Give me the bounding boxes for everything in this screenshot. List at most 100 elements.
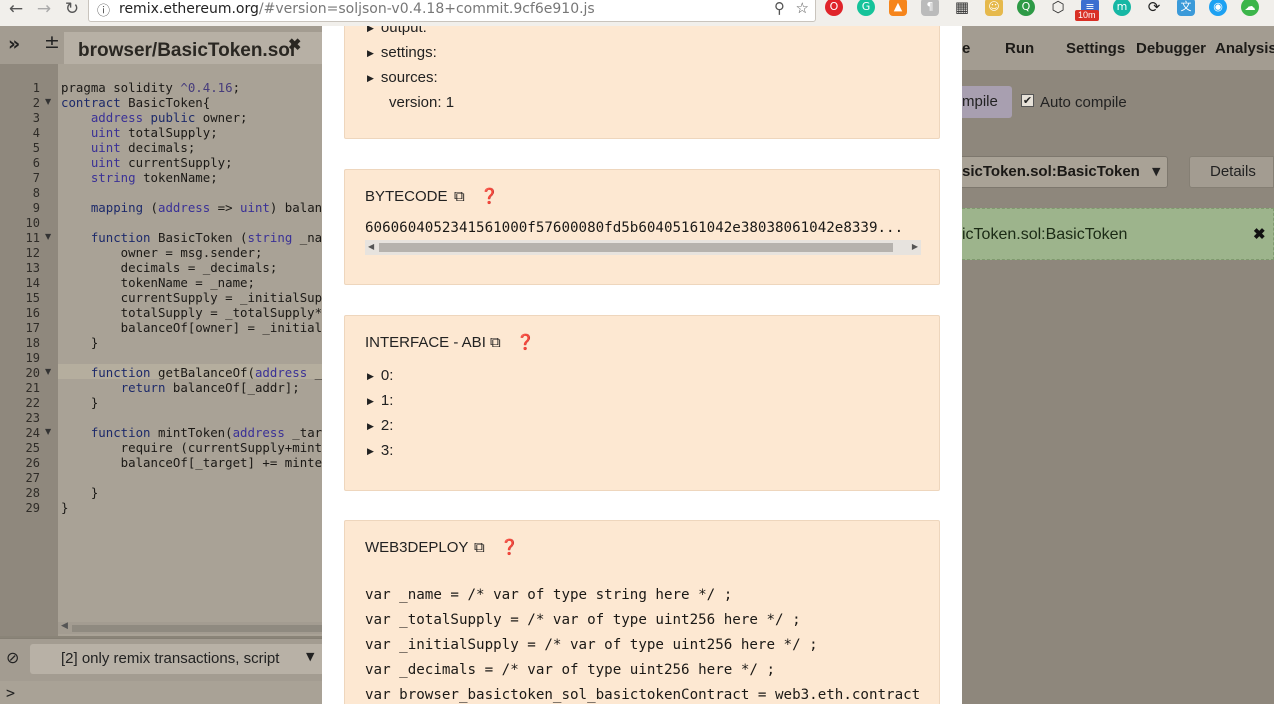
auto-compile-checkbox[interactable]: ✔ bbox=[1021, 94, 1034, 107]
expand-arrow-icon[interactable]: ▶ bbox=[367, 26, 374, 34]
terminal-input[interactable] bbox=[0, 681, 330, 704]
contract-select-value: sicToken.sol:BasicToken bbox=[962, 163, 1140, 180]
right-panel bbox=[962, 26, 1274, 704]
tree-item[interactable]: ▶ settings: bbox=[367, 44, 437, 61]
m-extension-icon[interactable]: m bbox=[1113, 0, 1131, 16]
close-tab-icon[interactable]: ✖ bbox=[288, 35, 301, 55]
address-bar[interactable]: ⓘ remix.ethereum.org/#version=soljson-v0… bbox=[88, 0, 816, 22]
code-line: uint currentSupply; bbox=[90, 155, 233, 170]
new-file-icon[interactable]: ± bbox=[44, 31, 60, 53]
dropdown-caret-icon[interactable]: ▼ bbox=[1152, 165, 1160, 178]
code-line: tokenName = _name; bbox=[61, 275, 255, 290]
copy-icon[interactable]: ⧉ bbox=[490, 335, 501, 350]
info-icon[interactable]: ⓘ bbox=[97, 0, 110, 19]
tab-debugger[interactable]: Debugger bbox=[1136, 40, 1206, 57]
bytecode-value: 6060604052341561000f57600080fd5b60405161… bbox=[365, 220, 904, 236]
details-button-label: Details bbox=[1210, 163, 1256, 180]
web3-code-line: var _initialSupply = /* var of type uint… bbox=[365, 637, 818, 653]
scrollbar-thumb[interactable] bbox=[72, 625, 322, 632]
web3-code-line: var _name = /* var of type string here *… bbox=[365, 587, 733, 603]
line-number: 3 bbox=[32, 111, 40, 125]
tree-item-label: 0: bbox=[380, 367, 394, 384]
search-extension-icon[interactable]: Q bbox=[1017, 0, 1035, 16]
line-number: 21 bbox=[25, 381, 40, 395]
tree-item[interactable]: ▶ 2: bbox=[367, 417, 393, 434]
expand-arrow-icon[interactable]: ▶ bbox=[367, 49, 374, 59]
help-icon[interactable]: ❓ bbox=[480, 189, 499, 204]
reload-icon[interactable]: ↻ bbox=[60, 0, 84, 22]
scroll-left-icon[interactable]: ◀ bbox=[368, 242, 374, 251]
line-number: 19 bbox=[25, 351, 40, 365]
fold-arrow-icon[interactable]: ▼ bbox=[45, 97, 51, 106]
line-number: 8 bbox=[32, 186, 40, 200]
translate-extension-icon[interactable]: 文 bbox=[1177, 0, 1195, 16]
tree-item[interactable]: ▶ output: bbox=[367, 26, 427, 36]
code-line: function getBalanceOf(address _ bbox=[90, 365, 323, 380]
web3deploy-section: WEB3DEPLOY ⧉ ❓ var _name = /* var of typ… bbox=[344, 520, 940, 704]
expand-arrow-icon[interactable]: ▶ bbox=[367, 422, 374, 432]
line-number: 22 bbox=[25, 396, 40, 410]
expand-arrow-icon[interactable]: ▶ bbox=[367, 397, 374, 407]
fold-arrow-icon[interactable]: ▼ bbox=[45, 232, 51, 241]
line-number: 29 bbox=[25, 501, 40, 515]
tab-run[interactable]: Run bbox=[1005, 40, 1034, 57]
browser-toolbar: ← → ↻ ⓘ remix.ethereum.org/#version=solj… bbox=[0, 0, 1274, 27]
scroll-left-icon[interactable]: ◀ bbox=[61, 621, 68, 631]
metamask-extension-icon[interactable]: ▲ bbox=[889, 0, 907, 16]
back-icon[interactable]: ← bbox=[4, 0, 28, 22]
help-icon[interactable]: ❓ bbox=[500, 540, 519, 555]
expand-arrow-icon[interactable]: ▶ bbox=[367, 447, 374, 457]
cloud-extension-icon[interactable]: ☁ bbox=[1241, 0, 1259, 16]
dropdown-caret-icon[interactable]: ▼ bbox=[306, 650, 314, 663]
opera-extension-icon[interactable]: O bbox=[825, 0, 843, 16]
expand-panel-icon[interactable]: » bbox=[8, 33, 20, 55]
apps-grid-icon[interactable]: ▦ bbox=[953, 0, 971, 16]
scroll-right-icon[interactable]: ▶ bbox=[912, 242, 918, 251]
bookmark-star-icon[interactable]: ☆ bbox=[796, 0, 809, 17]
code-line: uint totalSupply; bbox=[90, 125, 218, 140]
metadata-section: ▶ output: ▶ settings: ▶ sources: version: 1 bbox=[344, 26, 940, 139]
web-extension-icon[interactable]: ◉ bbox=[1209, 0, 1227, 16]
code-line: } bbox=[61, 500, 69, 515]
fold-arrow-icon[interactable]: ▼ bbox=[45, 427, 51, 436]
forward-icon[interactable]: → bbox=[32, 0, 56, 22]
tab-compile[interactable]: e bbox=[962, 40, 970, 57]
sync-extension-icon[interactable]: ⟳ bbox=[1145, 0, 1163, 16]
tree-item[interactable]: ▶ 0: bbox=[367, 367, 393, 384]
user-extension-icon[interactable]: ☺ bbox=[985, 0, 1003, 16]
code-line: pragma solidity ^0.4.16; bbox=[61, 80, 241, 95]
line-number: 27 bbox=[25, 471, 40, 485]
help-icon[interactable]: ❓ bbox=[516, 335, 535, 350]
tree-item[interactable]: ▶ 1: bbox=[367, 392, 393, 409]
url-path: /#version=soljson-v0.4.18+commit.9cf6e91… bbox=[258, 1, 595, 17]
scrollbar-thumb[interactable] bbox=[379, 243, 893, 252]
abi-title: INTERFACE - ABI bbox=[365, 334, 486, 351]
zoom-icon[interactable]: ⚲ bbox=[774, 0, 785, 17]
copy-icon[interactable]: ⧉ bbox=[454, 189, 465, 204]
details-modal: ▶ output: ▶ settings: ▶ sources: version: 1… bbox=[322, 26, 962, 704]
tab-analysis[interactable]: Analysis bbox=[1215, 40, 1274, 57]
tree-item[interactable]: ▶ 3: bbox=[367, 442, 393, 459]
grammarly-extension-icon[interactable]: G bbox=[857, 0, 875, 16]
code-line: owner = msg.sender; bbox=[61, 245, 263, 260]
fold-arrow-icon[interactable]: ▼ bbox=[45, 367, 51, 376]
code-line: balanceOf[owner] = _initial bbox=[61, 320, 323, 335]
line-number: 28 bbox=[25, 486, 40, 500]
bytecode-scrollbar[interactable]: ◀ ▶ bbox=[365, 240, 921, 255]
tree-item[interactable]: ▶ sources: bbox=[367, 69, 438, 86]
line-number: 11 bbox=[25, 231, 40, 245]
line-number: 10 bbox=[25, 216, 40, 230]
code-line: string tokenName; bbox=[90, 170, 218, 185]
line-number: 25 bbox=[25, 441, 40, 455]
tree-item-label: 2: bbox=[380, 417, 394, 434]
copy-icon[interactable]: ⧉ bbox=[474, 540, 485, 555]
clear-console-icon[interactable]: ⊘ bbox=[6, 648, 19, 667]
tab-settings[interactable]: Settings bbox=[1066, 40, 1125, 57]
expand-arrow-icon[interactable]: ▶ bbox=[367, 74, 374, 84]
cube-extension-icon[interactable]: ⬡ bbox=[1049, 0, 1067, 16]
line-number: 16 bbox=[25, 306, 40, 320]
extension-icon[interactable]: ¶ bbox=[921, 0, 939, 16]
close-status-icon[interactable]: ✖ bbox=[1253, 225, 1266, 243]
expand-arrow-icon[interactable]: ▶ bbox=[367, 372, 374, 382]
line-number: 12 bbox=[25, 246, 40, 260]
